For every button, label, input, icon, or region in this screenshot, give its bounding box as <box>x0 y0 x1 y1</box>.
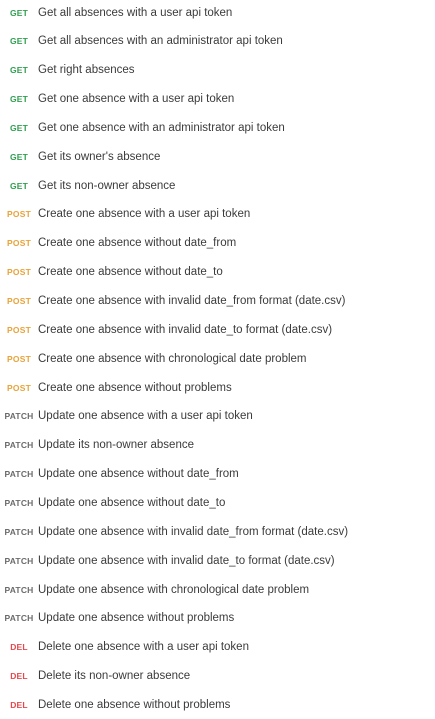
request-item[interactable]: DEL Delete its non-owner absence <box>0 662 435 691</box>
request-name: Update one absence with chronological da… <box>38 583 310 596</box>
request-item[interactable]: DEL Delete one absence without problems <box>0 690 435 719</box>
request-item[interactable]: POST Create one absence with a user api t… <box>0 200 435 229</box>
method-badge: GET <box>9 94 29 105</box>
method-badge: POST <box>7 382 31 393</box>
request-name: Delete one absence without problems <box>38 698 231 711</box>
request-item[interactable]: POST Create one absence with invalid date… <box>0 287 435 316</box>
request-name: Create one absence with chronological da… <box>38 352 307 365</box>
request-item[interactable]: PATCH Update one absence without date_fro… <box>0 460 435 489</box>
request-item[interactable]: POST Create one absence without date_to <box>0 258 435 287</box>
request-item[interactable]: POST Create one absence with invalid date… <box>0 315 435 344</box>
method-badge: PATCH <box>4 469 34 480</box>
request-name: Update one absence with a user api token <box>38 410 253 423</box>
request-item[interactable]: GET Get its non-owner absence <box>0 171 435 200</box>
request-name: Update one absence without problems <box>38 612 235 625</box>
request-name: Create one absence without date_to <box>38 266 223 279</box>
request-item[interactable]: POST Create one absence without problems <box>0 373 435 402</box>
method-badge: POST <box>7 267 31 278</box>
method-badge: POST <box>7 238 31 249</box>
request-name: Update one absence without date_to <box>38 496 226 509</box>
method-badge: PATCH <box>4 555 34 566</box>
request-name: Get right absences <box>38 64 135 77</box>
method-badge: GET <box>9 122 29 133</box>
request-item[interactable]: GET Get all absences with a user api toke… <box>0 0 435 27</box>
request-name: Update one absence with invalid date_fro… <box>38 525 349 538</box>
request-name: Update one absence with invalid date_to … <box>38 554 335 567</box>
request-name: Get one absence with a user api token <box>38 93 235 106</box>
method-badge: PATCH <box>4 440 34 451</box>
request-item[interactable]: PATCH Update one absence with a user api … <box>0 402 435 431</box>
request-item[interactable]: PATCH Update one absence with invalid dat… <box>0 517 435 546</box>
method-badge: PATCH <box>4 613 34 624</box>
method-badge: GET <box>9 151 29 162</box>
method-badge: POST <box>7 324 31 335</box>
method-badge: POST <box>7 296 31 306</box>
request-item[interactable]: DEL Delete one absence with a user api to… <box>0 633 435 662</box>
request-name: Create one absence without date_from <box>38 237 237 250</box>
method-badge: PATCH <box>4 411 34 422</box>
request-name: Create one absence without problems <box>38 381 232 394</box>
request-name: Get one absence with an administrator ap… <box>38 121 285 134</box>
method-badge: PATCH <box>4 497 34 508</box>
request-item[interactable]: PATCH Update its non-owner absence <box>0 431 435 460</box>
request-item[interactable]: PATCH Update one absence with chronologic… <box>0 575 435 604</box>
request-name: Create one absence with a user api token <box>38 208 251 221</box>
request-item[interactable]: GET Get its owner's absence <box>0 142 435 171</box>
request-item[interactable]: POST Create one absence without date_from <box>0 229 435 258</box>
method-badge: DEL <box>10 642 28 653</box>
method-badge: POST <box>7 209 31 220</box>
method-badge: PATCH <box>4 526 34 537</box>
request-item[interactable]: PATCH Update one absence without problems <box>0 604 435 633</box>
request-item[interactable]: GET Get one absence with an administrator… <box>0 113 435 142</box>
request-item[interactable]: GET Get right absences <box>0 56 435 85</box>
method-badge: GET <box>9 36 29 47</box>
method-badge: GET <box>9 7 29 18</box>
method-badge: DEL <box>10 671 28 682</box>
request-name: Delete one absence with a user api token <box>38 641 249 654</box>
method-badge: GET <box>9 180 29 191</box>
request-item[interactable]: POST Create one absence with chronologica… <box>0 344 435 373</box>
request-name: Update its non-owner absence <box>38 439 194 452</box>
request-name: Delete its non-owner absence <box>38 670 191 683</box>
request-name: Create one absence with invalid date_to … <box>38 323 333 336</box>
request-name: Get all absences with a user api token <box>38 6 233 19</box>
request-list: GET Get all absences with a user api toke… <box>0 0 435 717</box>
method-badge: PATCH <box>4 584 34 595</box>
method-badge: POST <box>7 353 31 364</box>
method-badge: DEL <box>10 699 28 710</box>
request-item[interactable]: GET Get one absence with a user api token <box>0 85 435 114</box>
request-name: Update one absence without date_from <box>38 468 239 481</box>
request-item[interactable]: GET Get all absences with an administrato… <box>0 27 435 56</box>
request-name: Get its non-owner absence <box>38 179 176 192</box>
request-name: Get all absences with an administrator a… <box>38 35 283 48</box>
request-item[interactable]: PATCH Update one absence with invalid dat… <box>0 546 435 575</box>
request-name: Get its owner's absence <box>38 150 161 163</box>
request-item[interactable]: PATCH Update one absence without date_to <box>0 488 435 517</box>
method-badge: GET <box>9 65 29 76</box>
request-name: Create one absence with invalid date_fro… <box>38 295 346 307</box>
